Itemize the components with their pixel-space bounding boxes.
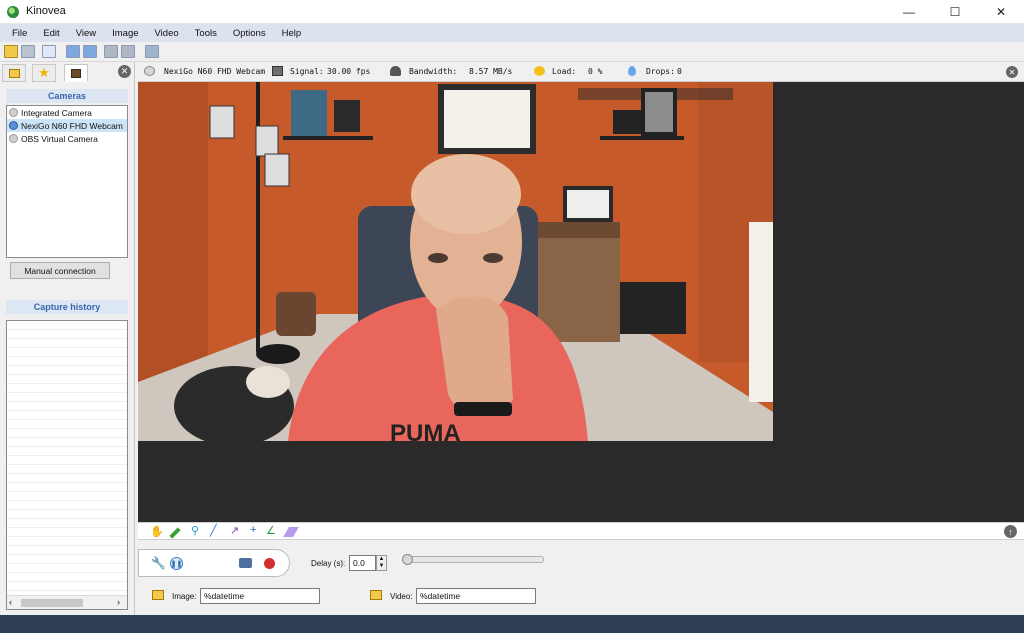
- video-filename-input[interactable]: %datetime: [416, 588, 536, 604]
- webcam-icon: [9, 108, 18, 117]
- drops-value: 0: [677, 67, 682, 76]
- main-toolbar: [0, 42, 1024, 62]
- polygon-tool-icon[interactable]: [283, 527, 299, 537]
- image-filename-input[interactable]: %datetime: [200, 588, 320, 604]
- close-button[interactable]: ✕: [978, 0, 1024, 24]
- wrench-settings-icon[interactable]: 🔧: [151, 557, 166, 570]
- webcam-scene: PUMA: [138, 82, 773, 441]
- cross-marker-icon[interactable]: +: [250, 524, 260, 536]
- drawing-toolbar: ✋ ⚲ ╱ ↗ + ∠ ↑: [138, 522, 1024, 540]
- signal-value: 30.00 fps: [327, 67, 371, 76]
- load-value: 0 %: [588, 67, 603, 76]
- folders-icon: [8, 68, 20, 78]
- delay-label: Delay (s):: [311, 559, 346, 568]
- capture-screen-icon[interactable]: [104, 45, 118, 58]
- delay-slider-thumb[interactable]: [402, 554, 413, 565]
- menu-options[interactable]: Options: [225, 28, 274, 39]
- webcam-icon: [9, 134, 18, 143]
- bandwidth-label: Bandwidth:: [409, 67, 458, 76]
- capture-history-list[interactable]: [6, 320, 128, 610]
- record-icon[interactable]: [264, 558, 275, 569]
- hand-tool-icon[interactable]: ✋: [150, 525, 164, 538]
- menu-bar: File Edit View Image Video Tools Options…: [0, 24, 1024, 42]
- menu-view[interactable]: View: [68, 28, 104, 39]
- bottom-border: [0, 615, 1024, 633]
- camera-item-integrated[interactable]: Integrated Camera: [7, 106, 127, 119]
- panel-tabs: ★ ✕: [2, 64, 132, 82]
- kinovea-logo-icon: [7, 6, 19, 18]
- scroll-left-icon[interactable]: ‹: [9, 597, 12, 607]
- image-folder-icon[interactable]: [152, 590, 164, 600]
- camera-status-strip: NexiGo N60 FHD Webcam Signal: 30.00 fps …: [138, 62, 1024, 82]
- delay-input[interactable]: 0.0: [349, 555, 376, 571]
- line-tool-icon[interactable]: ╱: [210, 524, 220, 537]
- load-sun-icon: [534, 66, 545, 76]
- minimize-button[interactable]: —: [886, 0, 932, 24]
- video-folder-icon[interactable]: [370, 590, 382, 600]
- camera-name[interactable]: NexiGo N60 FHD Webcam: [164, 67, 265, 76]
- cameras-header: Cameras: [6, 89, 128, 103]
- signal-icon: [272, 66, 283, 76]
- tab-files[interactable]: [2, 64, 26, 82]
- camera-item-obs[interactable]: OBS Virtual Camera: [7, 132, 127, 145]
- video-label: Video:: [390, 592, 413, 601]
- load-label: Load:: [552, 67, 577, 76]
- scroll-right-icon[interactable]: ›: [117, 597, 120, 607]
- single-screen-icon[interactable]: [66, 45, 80, 58]
- pencil-icon[interactable]: [169, 527, 181, 539]
- dual-screen-icon[interactable]: [83, 45, 97, 58]
- menu-image[interactable]: Image: [104, 28, 146, 39]
- browser-panel-icon[interactable]: [42, 45, 56, 58]
- snapshot-camera-icon[interactable]: [239, 558, 252, 568]
- menu-edit[interactable]: Edit: [35, 28, 67, 39]
- title-bar: Kinovea — ☐ ✕: [0, 0, 1024, 24]
- camera-icon: [144, 66, 155, 76]
- menu-help[interactable]: Help: [274, 28, 310, 39]
- tab-cameras[interactable]: [64, 64, 88, 82]
- manual-connection-button[interactable]: Manual connection: [10, 262, 110, 279]
- window-title: Kinovea: [26, 5, 66, 17]
- human-model-icon[interactable]: ⚲: [191, 524, 201, 537]
- angle-tool-icon[interactable]: ∠: [266, 524, 276, 537]
- delay-spinner[interactable]: ▲ ▼: [376, 555, 387, 571]
- camera-icon: [71, 68, 81, 78]
- camera-list: Integrated Camera NexiGo N60 FHD Webcam …: [6, 105, 128, 258]
- dual-capture-icon[interactable]: [121, 45, 135, 58]
- scrollbar-thumb[interactable]: [21, 599, 83, 607]
- capture-history-header: Capture history: [6, 300, 128, 314]
- menu-file[interactable]: File: [4, 28, 35, 39]
- bandwidth-value: 8.57 MB/s: [469, 67, 513, 76]
- tab-shortcuts[interactable]: ★: [32, 64, 56, 82]
- video-viewport[interactable]: PUMA: [138, 82, 1024, 522]
- close-screen-icon[interactable]: ✕: [1006, 66, 1018, 78]
- close-panel-icon[interactable]: ✕: [118, 65, 131, 78]
- star-icon: ★: [38, 65, 50, 80]
- left-panel: ★ ✕ Cameras Integrated Camera NexiGo N60…: [0, 62, 135, 615]
- history-horizontal-scrollbar[interactable]: ‹ ›: [7, 595, 127, 609]
- mixed-screen-icon[interactable]: [145, 45, 159, 58]
- camera-item-label: NexiGo N60 FHD Webcam: [21, 120, 123, 131]
- menu-tools[interactable]: Tools: [187, 28, 225, 39]
- camera-item-label: OBS Virtual Camera: [21, 133, 98, 144]
- menu-video[interactable]: Video: [147, 28, 187, 39]
- expand-toolbar-icon[interactable]: ↑: [1004, 525, 1017, 538]
- bandwidth-icon: [390, 66, 401, 76]
- open-folder-icon[interactable]: [4, 45, 18, 58]
- maximize-button[interactable]: ☐: [932, 0, 978, 24]
- save-icon[interactable]: [21, 45, 35, 58]
- capture-controls: 🔧 ❚❚ Delay (s): 0.0 ▲ ▼ Image: %datetime …: [138, 540, 1024, 615]
- capture-buttons-group: 🔧 ❚❚: [138, 549, 290, 577]
- svg-text:PUMA: PUMA: [390, 420, 461, 441]
- image-label: Image:: [172, 592, 197, 601]
- drops-droplet-icon: [628, 66, 636, 76]
- camera-item-label: Integrated Camera: [21, 107, 92, 118]
- camera-item-nexigo[interactable]: NexiGo N60 FHD Webcam: [7, 119, 127, 132]
- live-camera-image[interactable]: PUMA: [138, 82, 773, 441]
- drops-label: Drops:: [646, 67, 675, 76]
- arrow-tool-icon[interactable]: ↗: [230, 524, 240, 537]
- signal-label: Signal:: [290, 67, 324, 76]
- delay-slider-track[interactable]: [403, 556, 544, 563]
- pause-icon[interactable]: ❚❚: [170, 557, 183, 570]
- webcam-icon: [9, 121, 18, 130]
